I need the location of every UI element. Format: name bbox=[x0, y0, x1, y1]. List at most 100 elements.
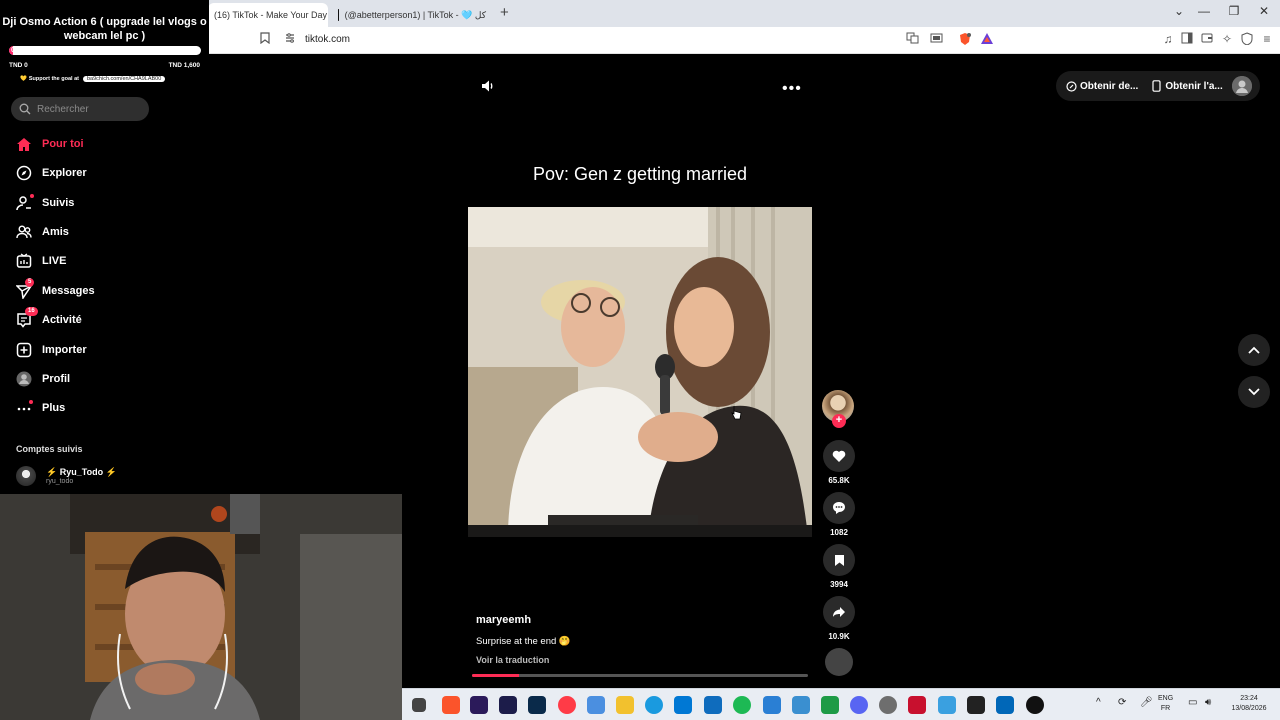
mouse-cursor-icon bbox=[730, 405, 742, 426]
clock[interactable]: 23:24 13/08/2026 bbox=[1224, 694, 1274, 714]
goal-support-text: Support the goal at bbox=[28, 76, 79, 82]
follow-button[interactable]: + bbox=[832, 414, 846, 428]
like-button[interactable] bbox=[823, 440, 855, 472]
sidebar-item-pour-toi[interactable]: Pour toi bbox=[16, 133, 196, 155]
video-progress-bar[interactable] bbox=[472, 674, 808, 677]
video-player[interactable] bbox=[468, 207, 812, 537]
sidebar-item-activite[interactable]: 16 Activité bbox=[16, 307, 196, 331]
network-icon[interactable]: ▭ bbox=[1188, 698, 1197, 708]
leo-ai-icon[interactable]: ✧ bbox=[1219, 32, 1235, 46]
compass-icon bbox=[16, 165, 32, 181]
settings-gear-icon[interactable] bbox=[879, 696, 897, 714]
discord-icon[interactable] bbox=[850, 696, 868, 714]
language-indicator[interactable]: ENG FR bbox=[1158, 694, 1173, 714]
sidebar-item-amis[interactable]: Amis bbox=[16, 221, 196, 243]
media-player-icon[interactable] bbox=[908, 696, 926, 714]
avatar bbox=[16, 466, 36, 486]
bookmark-icon bbox=[834, 554, 844, 566]
edge-icon[interactable] bbox=[645, 696, 663, 714]
search-input[interactable] bbox=[37, 103, 137, 115]
minimize-button[interactable]: — bbox=[1192, 4, 1216, 18]
notification-dot bbox=[29, 400, 33, 404]
sound-disc-icon[interactable] bbox=[825, 648, 853, 676]
inbox-icon: 16 bbox=[16, 307, 38, 328]
messages-badge: 5 bbox=[25, 278, 35, 287]
brave-rewards-icon[interactable] bbox=[979, 32, 995, 49]
tab-tiktok-feed[interactable]: (16) TikTok - Make Your Day × bbox=[208, 3, 328, 27]
share-button[interactable] bbox=[823, 596, 855, 628]
microphone-icon[interactable]: 🎤︎ bbox=[1140, 698, 1153, 708]
like-count: 65.8K bbox=[828, 476, 850, 485]
home-icon bbox=[16, 136, 32, 152]
tray-overflow-icon[interactable]: ^ bbox=[1096, 698, 1101, 708]
network-app-icon[interactable] bbox=[996, 696, 1014, 714]
obs-icon[interactable] bbox=[967, 696, 985, 714]
translate-icon[interactable] bbox=[904, 32, 920, 47]
see-translation-link[interactable]: Voir la traduction bbox=[476, 655, 549, 665]
flag-app-icon[interactable] bbox=[821, 696, 839, 714]
vpn-icon[interactable] bbox=[1239, 32, 1255, 48]
outlook-icon[interactable] bbox=[704, 696, 722, 714]
next-video-button[interactable] bbox=[1238, 376, 1270, 408]
cast-icon[interactable] bbox=[928, 32, 944, 47]
sidebar-toggle-icon[interactable] bbox=[1179, 32, 1195, 47]
media-icon[interactable]: ♫ bbox=[1160, 32, 1176, 46]
app-icon[interactable] bbox=[938, 696, 956, 714]
sidebar-item-label: Activité bbox=[42, 314, 82, 326]
get-app-button[interactable]: Obtenir l'a... bbox=[1152, 80, 1223, 92]
sync-icon[interactable]: ⟳ bbox=[1118, 698, 1126, 708]
goal-support-link[interactable]: ba9chich.com/en/CHA9LAB00 bbox=[82, 76, 166, 82]
maximize-button[interactable]: ❐ bbox=[1222, 4, 1246, 18]
sidebar-item-explorer[interactable]: Explorer bbox=[16, 162, 196, 184]
brave-browser-icon[interactable] bbox=[442, 696, 460, 714]
file-explorer-pinned-icon[interactable] bbox=[412, 698, 426, 712]
wallet-icon[interactable] bbox=[1199, 32, 1215, 47]
sidebar-item-label: Explorer bbox=[42, 167, 87, 179]
sidebar-item-profil[interactable]: Profil bbox=[16, 368, 196, 390]
premiere-pro-icon[interactable] bbox=[470, 696, 488, 714]
save-button[interactable] bbox=[823, 544, 855, 576]
site-settings-icon[interactable] bbox=[282, 32, 298, 47]
after-effects-icon[interactable] bbox=[499, 696, 517, 714]
weather-icon[interactable] bbox=[792, 696, 810, 714]
webcam-feed bbox=[0, 494, 402, 720]
folder-icon[interactable] bbox=[616, 696, 634, 714]
brave-shields-icon[interactable] bbox=[957, 32, 973, 49]
screen: (16) TikTok - Make Your Day × (@abetterp… bbox=[0, 0, 1280, 720]
sidebar-item-messages[interactable]: 5 Messages bbox=[16, 278, 196, 302]
lightning-icon: ⚡ bbox=[105, 467, 117, 477]
sidebar-item-suivis[interactable]: Suivis bbox=[16, 192, 196, 214]
sidebar-item-plus[interactable]: Plus bbox=[16, 397, 196, 419]
get-coins-label: Obtenir de... bbox=[1080, 80, 1139, 92]
search-box[interactable] bbox=[11, 97, 149, 121]
author-name[interactable]: maryeemh bbox=[476, 614, 531, 626]
volume-button[interactable] bbox=[480, 78, 496, 99]
sidebar-item-label: LIVE bbox=[42, 255, 67, 267]
tab-search-icon[interactable]: ⌄ bbox=[1167, 4, 1191, 18]
photos-icon[interactable] bbox=[587, 696, 605, 714]
address-bar[interactable]: tiktok.com bbox=[305, 34, 350, 45]
comment-button[interactable] bbox=[823, 492, 855, 524]
photoshop-icon[interactable] bbox=[528, 696, 546, 714]
more-options-icon[interactable]: ••• bbox=[782, 80, 802, 98]
sidebar-item-live[interactable]: LIVE bbox=[16, 250, 196, 272]
sidebar-item-importer[interactable]: Importer bbox=[16, 339, 196, 361]
menu-icon[interactable]: ≡ bbox=[1259, 32, 1275, 46]
video-title: Pov: Gen z getting married bbox=[532, 164, 748, 184]
steam-icon[interactable] bbox=[1026, 696, 1044, 714]
more-icon bbox=[16, 400, 33, 416]
close-window-button[interactable]: ✕ bbox=[1252, 4, 1276, 18]
opera-icon[interactable] bbox=[558, 696, 576, 714]
avatar[interactable] bbox=[1232, 76, 1252, 96]
previous-video-button[interactable] bbox=[1238, 334, 1270, 366]
bookmark-icon[interactable] bbox=[257, 32, 273, 47]
store-icon[interactable] bbox=[674, 696, 692, 714]
spotify-icon[interactable] bbox=[733, 696, 751, 714]
goal-max-amount: TND 1,600 bbox=[168, 62, 200, 69]
get-coins-button[interactable]: Obtenir de... bbox=[1066, 81, 1138, 92]
new-tab-button[interactable]: + bbox=[500, 4, 509, 21]
teams-icon[interactable] bbox=[763, 696, 781, 714]
following-account[interactable]: ⚡ Ryu_Todo ⚡ ryu_todo bbox=[16, 466, 117, 486]
tab-tiktok-profile[interactable]: (@abetterperson1) | TikTok - 🩵 ﻛﻞ bbox=[332, 3, 492, 27]
volume-icon[interactable]: 🔊︎ bbox=[1205, 698, 1211, 708]
